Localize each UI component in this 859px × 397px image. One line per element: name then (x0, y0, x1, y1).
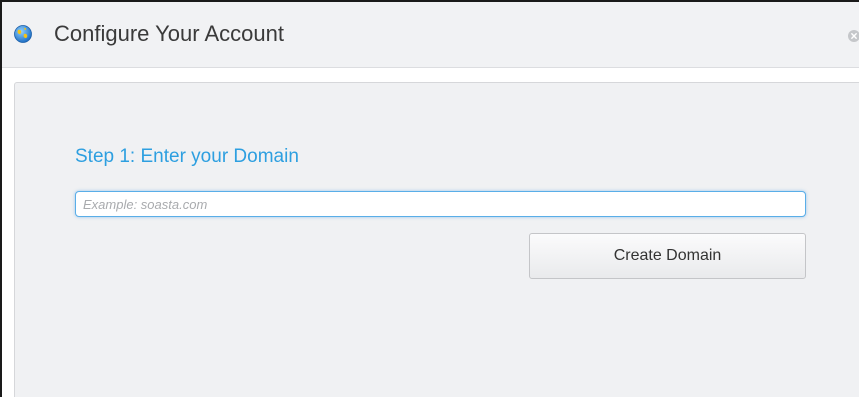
close-icon[interactable] (848, 29, 859, 42)
globe-icon (14, 25, 32, 43)
configure-account-dialog: Configure Your Account Step 1: Enter you… (0, 0, 859, 397)
step-heading: Step 1: Enter your Domain (75, 146, 299, 167)
content-panel: Step 1: Enter your Domain Create Domain (14, 82, 859, 397)
dialog-title: Configure Your Account (54, 21, 284, 46)
create-domain-button[interactable]: Create Domain (529, 233, 806, 279)
dialog-header: Configure Your Account (2, 2, 859, 68)
domain-input[interactable] (75, 191, 806, 217)
